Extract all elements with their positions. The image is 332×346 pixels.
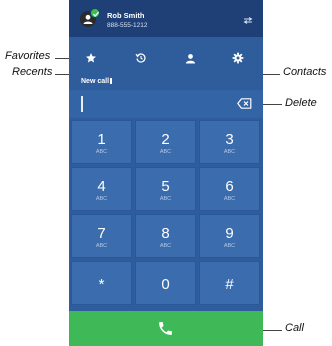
key-4[interactable]: 4 ABC [71, 167, 132, 211]
check-icon [92, 11, 100, 17]
key-letters: ABC [159, 243, 172, 249]
key-digit: 2 [161, 131, 170, 148]
tab-bar [69, 44, 263, 72]
key-hash[interactable]: # [199, 261, 260, 305]
key-digit: 9 [225, 225, 234, 242]
key-digit: 7 [97, 225, 106, 242]
key-digit: 1 [97, 131, 106, 148]
new-call-label: New call [81, 78, 113, 85]
key-letters: ABC [223, 243, 236, 249]
key-digit: 4 [97, 178, 106, 195]
key-letters: ABC [95, 149, 108, 155]
user-phone-number: 888-555-1212 [107, 22, 148, 29]
status-badge [90, 8, 100, 18]
recents-annotation: Recents [12, 66, 53, 78]
contacts-annotation: Contacts [283, 66, 327, 78]
tab-recents[interactable] [132, 49, 150, 67]
text-cursor [81, 96, 83, 112]
key-letters: ABC [159, 196, 172, 202]
key-9[interactable]: 9 ABC [199, 214, 260, 258]
tab-contacts[interactable] [181, 49, 199, 67]
key-letters: ABC [95, 196, 108, 202]
key-digit: 3 [225, 131, 234, 148]
key-letters: ABC [95, 243, 108, 249]
key-7[interactable]: 7 ABC [71, 214, 132, 258]
key-2[interactable]: 2 ABC [135, 120, 196, 164]
key-3[interactable]: 3 ABC [199, 120, 260, 164]
key-letters: ABC [223, 149, 236, 155]
backspace-icon[interactable] [237, 98, 252, 109]
favorites-annotation: Favorites [5, 50, 51, 62]
key-star[interactable]: * [71, 261, 132, 305]
delete-annotation: Delete [285, 97, 317, 109]
key-digit: # [225, 276, 234, 293]
phone-app: Rob Smith 888-555-1212 New call 1 ABC 2 … [69, 0, 263, 346]
key-6[interactable]: 6 ABC [199, 167, 260, 211]
key-digit: 8 [161, 225, 170, 242]
tab-settings[interactable] [229, 49, 247, 67]
caret-mark [110, 78, 113, 84]
key-letters: ABC [159, 149, 172, 155]
phone-icon [159, 322, 172, 335]
header: Rob Smith 888-555-1212 [69, 0, 263, 37]
call-annotation: Call [285, 322, 304, 334]
gear-icon [232, 52, 244, 64]
key-1[interactable]: 1 ABC [71, 120, 132, 164]
key-digit: 5 [161, 178, 170, 195]
delete-leader-line [263, 104, 282, 105]
key-letters: ABC [223, 196, 236, 202]
key-8[interactable]: 8 ABC [135, 214, 196, 258]
key-digit: * [98, 276, 105, 293]
key-digit: 0 [161, 276, 170, 293]
number-input[interactable] [69, 90, 263, 118]
tab-favorites[interactable] [82, 49, 100, 67]
new-call-text: New call [81, 78, 110, 85]
call-button[interactable] [69, 311, 263, 346]
key-5[interactable]: 5 ABC [135, 167, 196, 211]
key-0[interactable]: 0 [135, 261, 196, 305]
key-digit: 6 [225, 178, 234, 195]
switch-icon[interactable] [243, 17, 253, 24]
user-name: Rob Smith [107, 11, 145, 20]
history-icon [135, 53, 146, 63]
star-icon [86, 53, 96, 63]
person-icon [185, 53, 195, 64]
